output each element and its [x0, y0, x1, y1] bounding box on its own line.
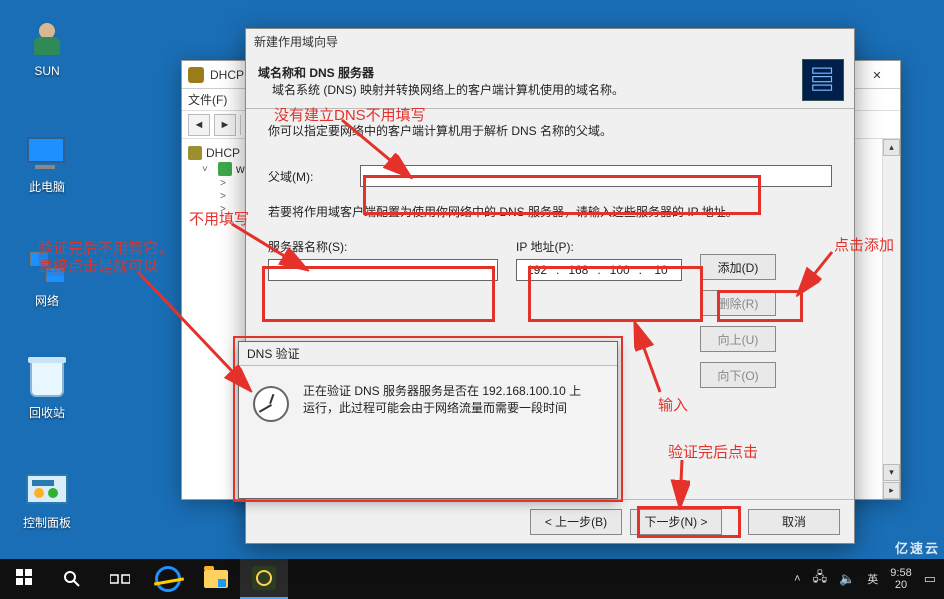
tray-chevron-icon[interactable]: ˄: [794, 573, 800, 585]
scroll-up-icon[interactable]: ▴: [883, 139, 900, 156]
label: 此电脑: [12, 178, 82, 195]
annotation-verify-skip-2: 直接点击是就可以: [38, 255, 158, 276]
taskbar-dhcp[interactable]: [240, 559, 288, 599]
remove-button[interactable]: 删除(R): [700, 290, 776, 316]
move-down-button[interactable]: 向下(O): [700, 362, 776, 388]
annotation-click-add: 点击添加: [834, 234, 894, 255]
dns-hint-text: 若要将作用域客户端配置为使用你网络中的 DNS 服务器，请输入这些服务器的 IP…: [268, 203, 832, 220]
dialog-title: 新建作用域向导: [254, 33, 338, 50]
control-panel-icon: [26, 474, 68, 504]
menu-file[interactable]: 文件(F): [188, 91, 227, 108]
clock-icon: [253, 386, 289, 422]
label: 控制面板: [12, 514, 82, 531]
search-icon: [63, 570, 81, 588]
scroll-right-icon[interactable]: ▸: [883, 482, 900, 499]
server-name-input[interactable]: [268, 259, 498, 281]
nav-forward-button[interactable]: ►: [214, 114, 236, 136]
annotation-input: 输入: [658, 394, 688, 415]
dns-server-icon: [802, 59, 844, 101]
scroll-down-icon[interactable]: ▾: [883, 464, 900, 481]
verify-message: 正在验证 DNS 服务器服务是否在 192.168.100.10 上 运行，此过…: [303, 382, 581, 416]
dialog-titlebar[interactable]: 新建作用域向导: [246, 29, 854, 53]
add-button[interactable]: 添加(D): [700, 254, 776, 280]
desktop-icon-control-panel[interactable]: 控制面板: [12, 468, 82, 531]
ip-address-label: IP 地址(P):: [516, 238, 682, 255]
label: DHCP: [206, 146, 240, 160]
ip-address-input[interactable]: 192. 168. 100. 10: [516, 259, 682, 281]
popup-titlebar[interactable]: DNS 验证: [239, 342, 617, 366]
task-view-icon: [110, 571, 130, 587]
windows-icon: [16, 569, 32, 590]
taskbar-ie[interactable]: [144, 559, 192, 599]
taskbar[interactable]: ˄ 🖧 🔈 英 9:58 20 ▭: [0, 559, 944, 599]
parent-domain-label: 父域(M):: [268, 168, 360, 185]
desktop-icon-recycle-bin[interactable]: 回收站: [12, 358, 82, 421]
header-title: 域名称和 DNS 服务器: [258, 64, 624, 81]
parent-domain-input[interactable]: [360, 165, 832, 187]
nav-back-button[interactable]: ◄: [188, 114, 210, 136]
dhcp-app-icon: [252, 566, 276, 590]
label: 回收站: [12, 404, 82, 421]
collapse-icon[interactable]: ˅: [202, 164, 214, 175]
taskbar-explorer[interactable]: [192, 559, 240, 599]
annotation-after-verify: 验证完后点击: [668, 441, 758, 462]
watermark-text: 亿速云: [895, 538, 940, 557]
annotation-no-fill: 不用填写: [189, 208, 249, 229]
task-view-button[interactable]: [96, 559, 144, 599]
folder-icon: [204, 570, 228, 588]
tray-notifications-icon[interactable]: ▭: [924, 571, 936, 587]
ie-icon: [155, 566, 181, 592]
desktop-icon-this-pc[interactable]: 此电脑: [12, 132, 82, 195]
desktop-icon-sun[interactable]: SUN: [12, 18, 82, 78]
cancel-button[interactable]: 取消: [748, 509, 840, 535]
search-button[interactable]: [48, 559, 96, 599]
dhcp-icon: [188, 67, 204, 83]
expand-icon[interactable]: ˃: [220, 191, 232, 202]
dns-verify-popup: DNS 验证 正在验证 DNS 服务器服务是否在 192.168.100.10 …: [238, 341, 618, 499]
start-button[interactable]: [0, 559, 48, 599]
label: SUN: [12, 64, 82, 78]
system-tray[interactable]: ˄ 🖧 🔈 英 9:58 20 ▭: [786, 559, 944, 599]
close-button[interactable]: ✕: [854, 61, 900, 89]
dhcp-icon: [188, 146, 202, 160]
annotation-no-dns: 没有建立DNS不用填写: [274, 104, 426, 125]
popup-title: DNS 验证: [247, 345, 300, 362]
tray-date[interactable]: 20: [890, 579, 911, 591]
window-title: DHCP: [210, 68, 244, 82]
expand-icon[interactable]: ˃: [220, 178, 232, 189]
tray-ime[interactable]: 英: [867, 571, 878, 587]
wizard-footer: < 上一步(B) 下一步(N) > 取消: [246, 499, 854, 543]
tray-network-icon[interactable]: 🖧: [813, 568, 828, 590]
wizard-header: 域名称和 DNS 服务器 域名系统 (DNS) 映射并转换网络上的客户端计算机使…: [246, 53, 854, 109]
move-up-button[interactable]: 向上(U): [700, 326, 776, 352]
tray-time[interactable]: 9:58: [890, 567, 911, 579]
next-button[interactable]: 下一步(N) >: [630, 509, 722, 535]
pc-icon: [27, 137, 67, 169]
label: 网络: [12, 292, 82, 309]
scrollbar[interactable]: ▴ ▾ ▸: [882, 139, 900, 499]
person-icon: [29, 21, 65, 57]
recycle-bin-icon: [30, 361, 64, 397]
tray-volume-icon[interactable]: 🔈: [839, 571, 855, 587]
back-button[interactable]: < 上一步(B): [530, 509, 622, 535]
header-subtitle: 域名系统 (DNS) 映射并转换网络上的客户端计算机使用的域名称。: [272, 81, 624, 98]
server-icon: [218, 162, 232, 176]
server-name-label: 服务器名称(S):: [268, 238, 498, 255]
